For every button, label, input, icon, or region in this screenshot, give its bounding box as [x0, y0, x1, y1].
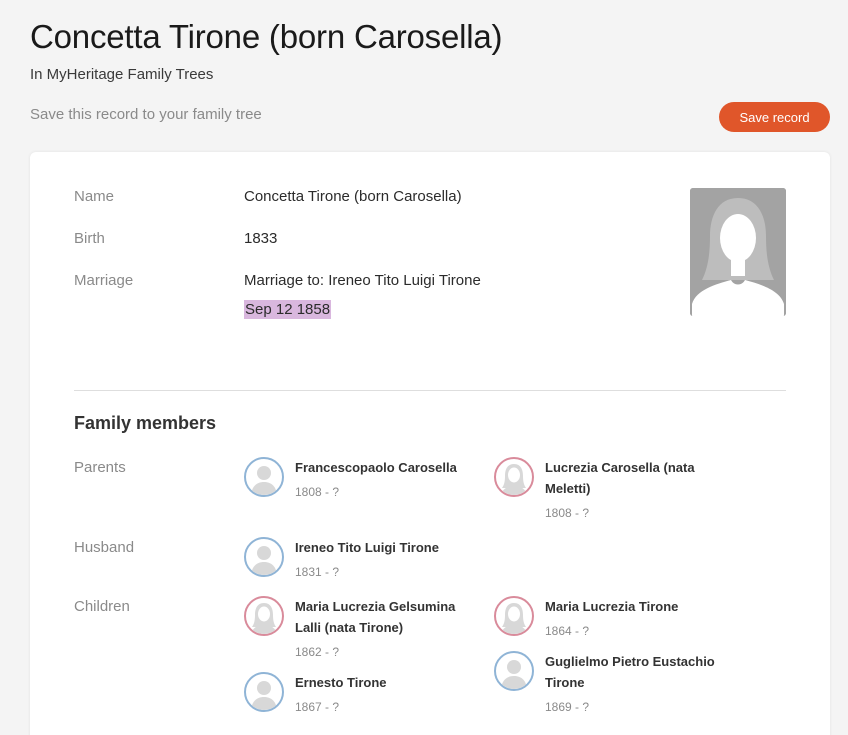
- record-page: Concetta Tirone (born Carosella) In MyHe…: [0, 0, 848, 735]
- name-label: Name: [74, 188, 115, 205]
- member-years: 1867 - ?: [295, 700, 340, 714]
- husband-label: Husband: [74, 539, 135, 556]
- marriage-value: Marriage to: Ireneo Tito Luigi Tirone: [244, 272, 481, 289]
- record-card: Name Concetta Tirone (born Carosella) Bi…: [30, 152, 830, 735]
- member-name[interactable]: Francescopaolo Carosella: [295, 457, 475, 478]
- marriage-date-highlight: Sep 12 1858: [244, 300, 332, 319]
- female-silhouette-icon: [690, 188, 786, 316]
- save-record-button[interactable]: Save record: [719, 102, 830, 132]
- member-name[interactable]: Lucrezia Carosella (nata Meletti): [545, 457, 725, 499]
- female-avatar-icon: [244, 596, 284, 636]
- marriage-date: Sep 12 1858: [244, 300, 332, 319]
- male-avatar-icon: [244, 537, 284, 577]
- female-avatar-icon: [494, 457, 534, 497]
- parents-label: Parents: [74, 459, 126, 476]
- member-name[interactable]: Guglielmo Pietro Eustachio Tirone: [545, 651, 725, 693]
- member-years: 1808 - ?: [295, 485, 340, 499]
- member-years: 1862 - ?: [295, 645, 340, 659]
- male-avatar-icon: [494, 651, 534, 691]
- member-years: 1808 - ?: [545, 506, 590, 520]
- profile-photo: [690, 188, 786, 316]
- member-years: 1831 - ?: [295, 565, 340, 579]
- page-subtitle: In MyHeritage Family Trees: [30, 66, 214, 83]
- member-name[interactable]: Maria Lucrezia Tirone: [545, 596, 725, 617]
- member-name[interactable]: Ernesto Tirone: [295, 672, 475, 693]
- member-name[interactable]: Ireneo Tito Luigi Tirone: [295, 537, 475, 558]
- save-hint: Save this record to your family tree: [30, 106, 262, 123]
- member-years: 1864 - ?: [545, 624, 590, 638]
- birth-value: 1833: [244, 230, 278, 247]
- children-label: Children: [74, 598, 130, 615]
- member-name[interactable]: Maria Lucrezia Gelsumina Lalli (nata Tir…: [295, 596, 475, 638]
- name-value: Concetta Tirone (born Carosella): [244, 188, 462, 205]
- female-avatar-icon: [494, 596, 534, 636]
- male-avatar-icon: [244, 672, 284, 712]
- page-title: Concetta Tirone (born Carosella): [30, 18, 503, 55]
- marriage-label: Marriage: [74, 272, 134, 289]
- section-divider: [74, 390, 786, 391]
- birth-label: Birth: [74, 230, 105, 247]
- member-years: 1869 - ?: [545, 700, 590, 714]
- male-avatar-icon: [244, 457, 284, 497]
- family-members-title: Family members: [74, 413, 217, 433]
